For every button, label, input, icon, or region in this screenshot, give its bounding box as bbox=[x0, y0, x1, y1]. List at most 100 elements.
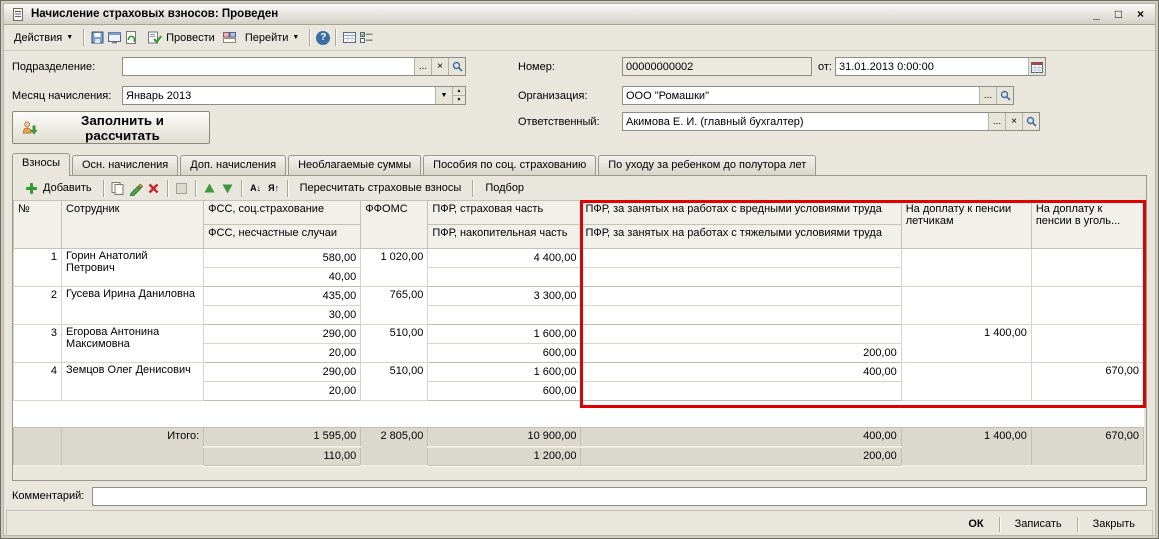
grid-cell[interactable] bbox=[580, 324, 902, 344]
write-button[interactable]: Записать bbox=[1006, 515, 1071, 533]
clear-button[interactable]: × bbox=[1005, 113, 1022, 130]
spin-up-icon[interactable]: ▲ bbox=[453, 87, 465, 95]
copy-row-icon[interactable] bbox=[110, 180, 126, 196]
view-icon[interactable] bbox=[106, 30, 122, 46]
calendar-button[interactable] bbox=[1028, 58, 1045, 75]
grid-cell[interactable]: 670,00 bbox=[1030, 362, 1145, 401]
grid-cell[interactable]: 290,00 bbox=[203, 324, 362, 344]
grid-cell[interactable]: 1 400,00 bbox=[900, 324, 1032, 363]
grid-cell[interactable]: 4 400,00 bbox=[427, 248, 582, 268]
grid-cell[interactable]: 600,00 bbox=[427, 343, 582, 363]
comment-field[interactable] bbox=[92, 486, 1147, 506]
grid-cell[interactable]: 510,00 bbox=[360, 324, 429, 363]
row-number-cell[interactable]: 4 bbox=[13, 362, 63, 401]
ellipsis-button[interactable]: ... bbox=[988, 113, 1005, 130]
pick-button[interactable]: Подбор bbox=[479, 179, 530, 197]
close-form-button[interactable]: Закрыть bbox=[1084, 515, 1144, 533]
tab-dop-nachisleniya[interactable]: Доп. начисления bbox=[180, 155, 287, 175]
magnifier-button[interactable] bbox=[996, 87, 1013, 104]
grid-cell[interactable] bbox=[580, 381, 902, 401]
month-input[interactable] bbox=[123, 87, 435, 104]
date-input[interactable] bbox=[836, 58, 1028, 75]
tab-osn-nachisleniya[interactable]: Осн. начисления bbox=[71, 155, 179, 175]
month-field[interactable]: ▼ ▲ ▼ bbox=[122, 86, 466, 105]
grid-cell[interactable]: 20,00 bbox=[203, 381, 362, 401]
number-field[interactable] bbox=[622, 57, 812, 76]
responsible-field[interactable]: ... × bbox=[622, 112, 1040, 131]
delete-row-icon[interactable] bbox=[146, 180, 162, 196]
employee-cell[interactable]: Земцов Олег Денисович bbox=[61, 362, 205, 401]
grid-cell[interactable]: 290,00 bbox=[203, 362, 362, 382]
add-row-button[interactable]: Добавить bbox=[17, 177, 98, 199]
table-row[interactable]: 2 Гусева Ирина Даниловна 435,00 765,00 3… bbox=[13, 286, 1145, 325]
subdivision-field[interactable]: ... × bbox=[122, 57, 466, 76]
move-up-icon[interactable] bbox=[202, 180, 218, 196]
close-button[interactable]: × bbox=[1132, 6, 1149, 23]
employee-cell[interactable]: Гусева Ирина Даниловна bbox=[61, 286, 205, 325]
fill-and-calculate-button[interactable]: Заполнить и рассчитать bbox=[12, 111, 210, 144]
spin-down-icon[interactable]: ▼ bbox=[453, 95, 465, 104]
grid-cell[interactable] bbox=[580, 286, 902, 306]
grid-cell[interactable]: 3 300,00 bbox=[427, 286, 582, 306]
grid-cell[interactable] bbox=[900, 286, 1032, 325]
goto-menu-button[interactable]: Перейти ▼ bbox=[239, 29, 306, 47]
grid-cell[interactable]: 200,00 bbox=[580, 343, 902, 363]
sort-descending-icon[interactable]: Я↑ bbox=[266, 180, 282, 196]
help-icon[interactable]: ? bbox=[315, 30, 331, 46]
grid-cell[interactable]: 435,00 bbox=[203, 286, 362, 306]
subdivision-input[interactable] bbox=[123, 58, 414, 75]
magnifier-button[interactable] bbox=[448, 58, 465, 75]
recalculate-contributions-button[interactable]: Пересчитать страховые взносы bbox=[294, 179, 468, 197]
minimize-button[interactable]: _ bbox=[1088, 6, 1105, 23]
row-number-cell[interactable]: 2 bbox=[13, 286, 63, 325]
grid-cell[interactable]: 1 600,00 bbox=[427, 362, 582, 382]
grid-cell[interactable]: 20,00 bbox=[203, 343, 362, 363]
table-row[interactable]: 3 Егорова Антонина Максимовна 290,00 510… bbox=[13, 324, 1145, 363]
row-number-cell[interactable]: 1 bbox=[13, 248, 63, 287]
ellipsis-button[interactable]: ... bbox=[979, 87, 996, 104]
date-field[interactable] bbox=[835, 57, 1046, 76]
post-button[interactable]: Провести bbox=[140, 27, 221, 49]
employee-cell[interactable]: Егорова Антонина Максимовна bbox=[61, 324, 205, 363]
grid-cell[interactable] bbox=[900, 248, 1032, 287]
sort-ascending-icon[interactable]: А↓ bbox=[248, 180, 264, 196]
grid-cell[interactable] bbox=[900, 362, 1032, 401]
number-input[interactable] bbox=[623, 58, 811, 75]
grid-cell[interactable]: 40,00 bbox=[203, 267, 362, 287]
grid-cell[interactable] bbox=[580, 248, 902, 268]
ellipsis-button[interactable]: ... bbox=[414, 58, 431, 75]
grid-cell[interactable] bbox=[1030, 248, 1145, 287]
grid-cell[interactable]: 765,00 bbox=[360, 286, 429, 325]
checklist-icon[interactable] bbox=[358, 30, 374, 46]
grid-cell[interactable] bbox=[427, 267, 582, 287]
tab-vznosy[interactable]: Взносы bbox=[12, 153, 70, 176]
refresh-icon[interactable] bbox=[123, 30, 139, 46]
grid-cell[interactable] bbox=[427, 305, 582, 325]
grid-cell[interactable] bbox=[580, 267, 902, 287]
employee-cell[interactable]: Горин Анатолий Петрович bbox=[61, 248, 205, 287]
end-edit-icon[interactable] bbox=[174, 180, 190, 196]
grid-cell[interactable]: 30,00 bbox=[203, 305, 362, 325]
tab-po-uhodu[interactable]: По уходу за ребенком до полутора лет bbox=[598, 155, 817, 175]
maximize-button[interactable]: □ bbox=[1110, 6, 1127, 23]
ok-button[interactable]: ОК bbox=[959, 515, 992, 533]
tab-posobiya[interactable]: Пособия по соц. страхованию bbox=[423, 155, 597, 175]
row-number-cell[interactable]: 3 bbox=[13, 324, 63, 363]
grid-cell[interactable]: 1 020,00 bbox=[360, 248, 429, 287]
postings-icon[interactable] bbox=[222, 30, 238, 46]
grid-cell[interactable] bbox=[1030, 324, 1145, 363]
actions-menu-button[interactable]: Действия ▼ bbox=[8, 29, 79, 47]
grid-cell[interactable]: 400,00 bbox=[580, 362, 902, 382]
table-row[interactable]: 4 Земцов Олег Денисович 290,00 510,00 1 … bbox=[13, 362, 1145, 401]
organization-input[interactable] bbox=[623, 87, 979, 104]
dropdown-button[interactable]: ▼ bbox=[435, 87, 452, 104]
organization-field[interactable]: ... bbox=[622, 86, 1014, 105]
tab-neoblagaemye-summy[interactable]: Необлагаемые суммы bbox=[288, 155, 422, 175]
grid-cell[interactable]: 510,00 bbox=[360, 362, 429, 401]
grid-cell[interactable]: 600,00 bbox=[427, 381, 582, 401]
table-icon[interactable] bbox=[341, 30, 357, 46]
write-icon[interactable] bbox=[89, 30, 105, 46]
grid-cell[interactable]: 1 600,00 bbox=[427, 324, 582, 344]
edit-row-icon[interactable] bbox=[128, 180, 144, 196]
grid-cell[interactable] bbox=[580, 305, 902, 325]
